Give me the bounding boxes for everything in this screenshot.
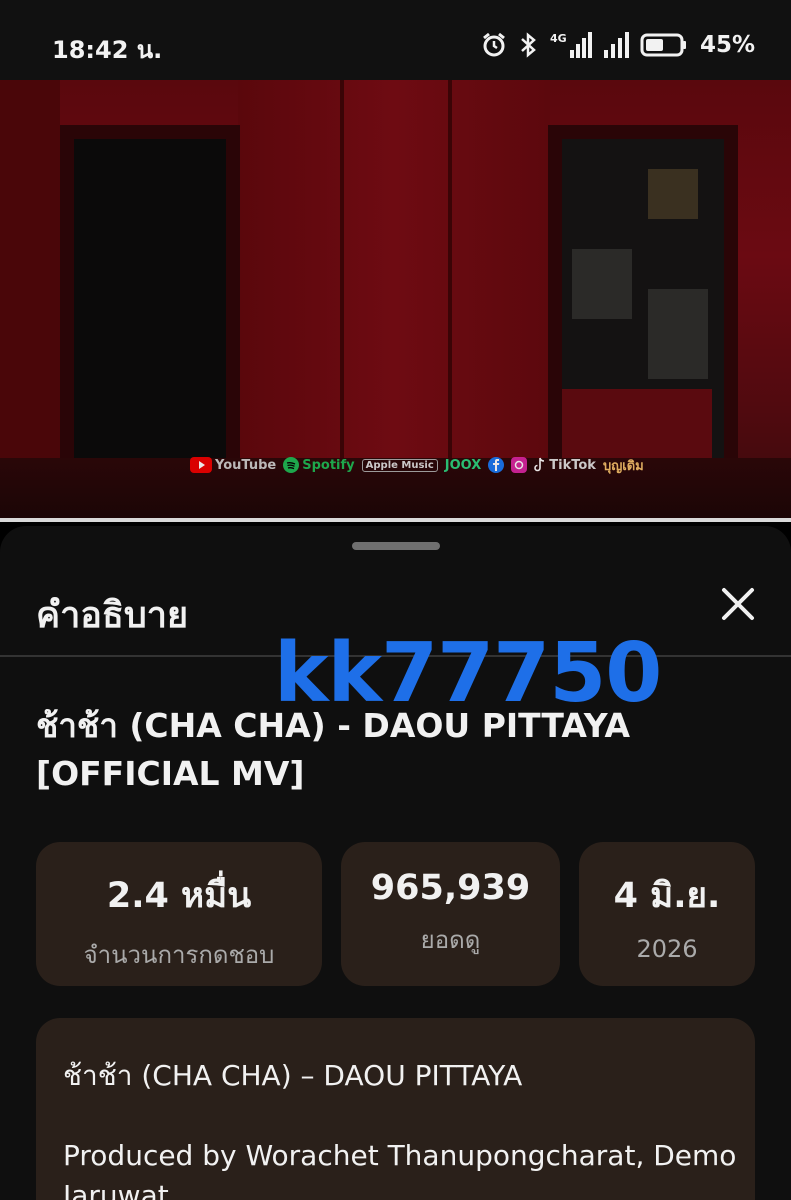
bluetooth-icon xyxy=(518,31,538,59)
status-time: 18:42 น. xyxy=(52,36,163,64)
date-stat: 4 มิ.ย. 2026 xyxy=(579,842,755,986)
likes-label: จำนวนการกดชอบ xyxy=(83,941,275,969)
video-scene-door-right xyxy=(548,125,738,495)
battery-percentage: 45% xyxy=(699,32,755,58)
likes-stat: 2.4 หมื่น จำนวนการกดชอบ xyxy=(36,842,322,986)
joox-logo-icon: JOOX xyxy=(444,457,482,473)
views-stat: 965,939 ยอดดู xyxy=(341,842,560,986)
apple-music-logo-icon: Apple Music xyxy=(361,458,438,472)
signal-icon xyxy=(602,30,630,60)
sheet-title: คำอธิบาย xyxy=(36,595,189,636)
instagram-logo-icon xyxy=(511,457,528,473)
likes-value: 2.4 หมื่น xyxy=(106,876,252,916)
tiktok-logo-icon: TikTok xyxy=(534,457,596,473)
video-title: ช้าช้า (CHA CHA) - DAOU PITTAYA [OFFICIA… xyxy=(36,706,631,793)
status-bar: 18:42 น. 4G 45% xyxy=(0,0,791,80)
description-box[interactable]: ช้าช้า (CHA CHA) – DAOU PITTAYA Produced… xyxy=(36,1018,755,1200)
video-scene-seam xyxy=(340,80,344,480)
youtube-logo-icon: YouTube xyxy=(190,457,276,473)
description-line: ช้าช้า (CHA CHA) – DAOU PITTAYA xyxy=(63,1059,523,1092)
svg-text:4G: 4G xyxy=(550,32,567,45)
platform-logos: YouTube Spotify Apple Music JOOX TikTok … xyxy=(190,454,644,476)
battery-icon xyxy=(640,31,688,59)
spotify-logo-icon: Spotify xyxy=(283,457,355,473)
facebook-logo-icon xyxy=(488,457,505,473)
video-player[interactable]: YouTube Spotify Apple Music JOOX TikTok … xyxy=(0,80,791,520)
video-progress-bar[interactable] xyxy=(0,518,791,522)
status-icons: 4G 45% xyxy=(480,28,755,62)
video-scene-seam xyxy=(448,80,452,480)
signal-4g-icon: 4G xyxy=(548,30,592,60)
video-scene-wall xyxy=(0,80,60,520)
description-sheet: คำอธิบาย kk77750 ช้าช้า (CHA CHA) - DAOU… xyxy=(0,526,791,1200)
alarm-icon xyxy=(480,31,508,59)
drag-handle[interactable] xyxy=(352,542,440,550)
date-value: 4 มิ.ย. xyxy=(613,876,721,916)
date-year: 2026 xyxy=(636,935,698,963)
description-credits: Produced by Worachet Thanupongcharat, De… xyxy=(63,1139,737,1200)
boondoem-logo-icon: บุญเดิม xyxy=(602,458,644,474)
close-icon[interactable] xyxy=(716,582,760,626)
views-value: 965,939 xyxy=(370,868,531,908)
views-label: ยอดดู xyxy=(420,926,481,954)
video-scene-door-left xyxy=(60,125,240,495)
